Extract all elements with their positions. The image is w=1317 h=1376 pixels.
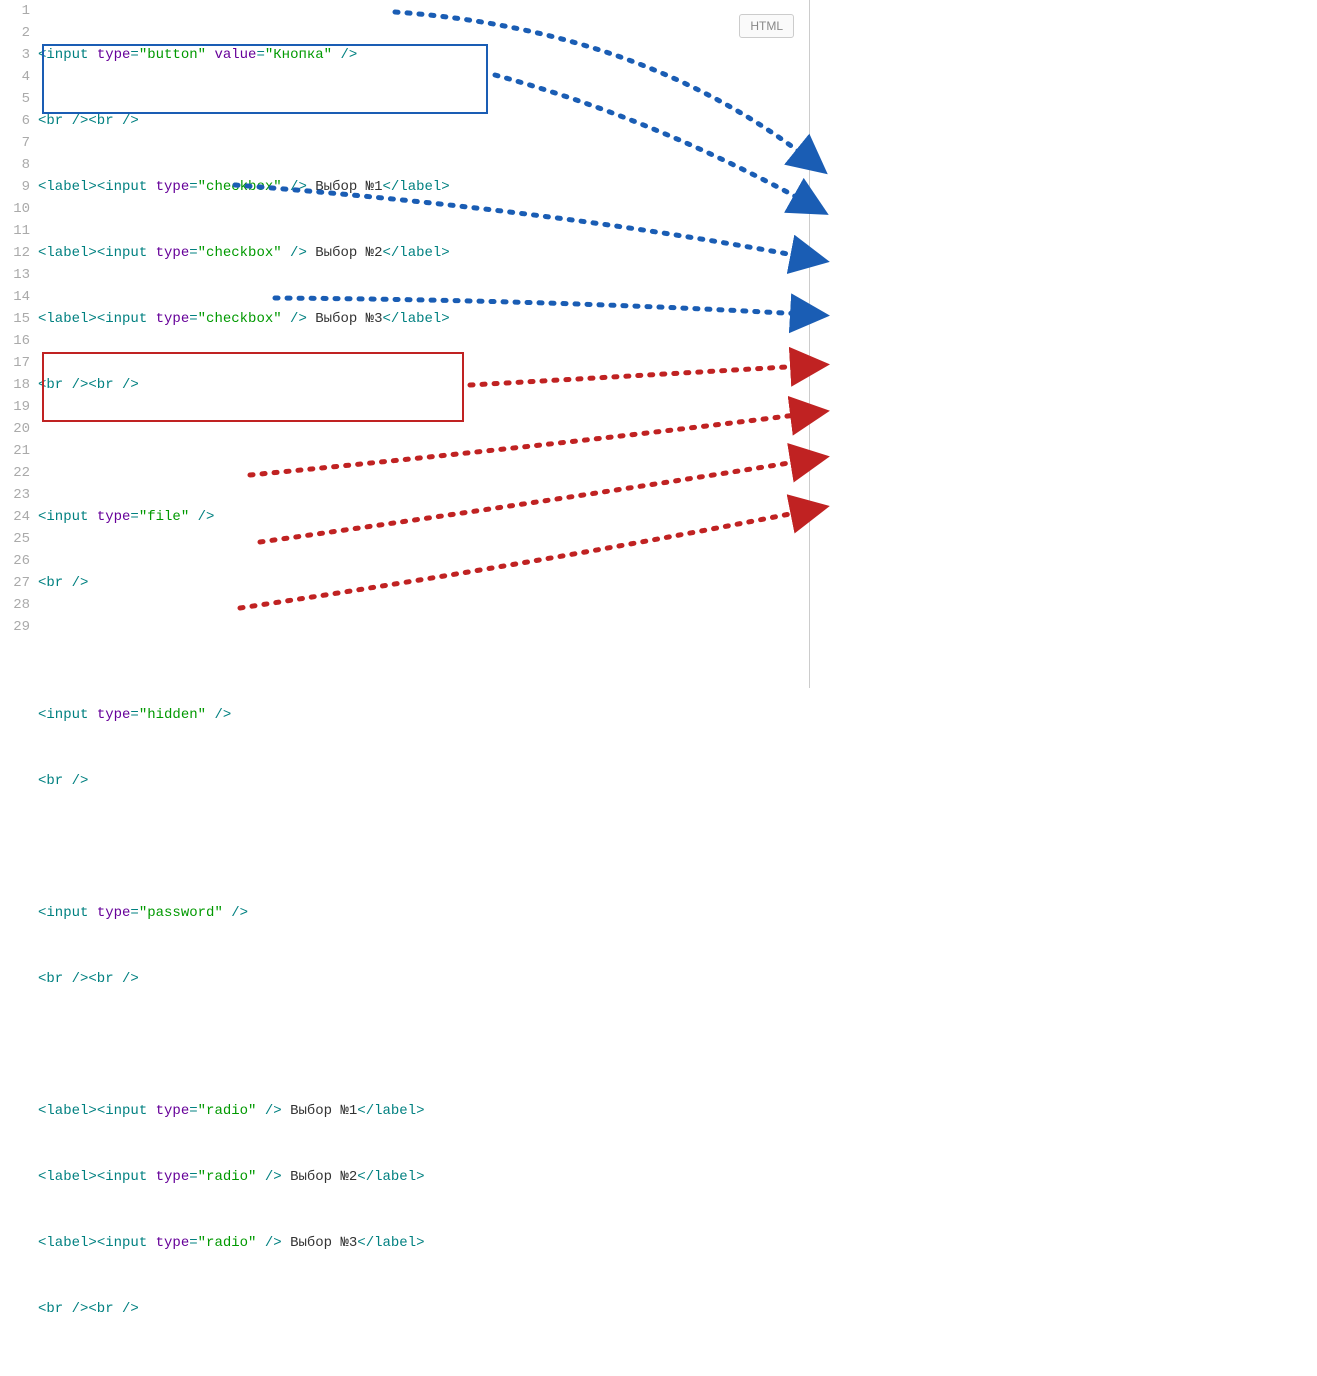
- code-lines[interactable]: <input type="button" value="Кнопка" /> <…: [38, 0, 809, 1376]
- line-number-gutter: 123 456 789 101112 131415 161718 192021 …: [0, 0, 38, 638]
- preview-panel: 1 Кнопка Выбор №1 Выбор №2 Выбор №3 Выбе…: [810, 0, 1317, 688]
- checkbox-code-highlight: [42, 44, 488, 114]
- language-badge: HTML: [739, 14, 794, 38]
- radio-code-highlight: [42, 352, 464, 422]
- code-editor-panel: HTML 123 456 789 101112 131415 161718 19…: [0, 0, 810, 688]
